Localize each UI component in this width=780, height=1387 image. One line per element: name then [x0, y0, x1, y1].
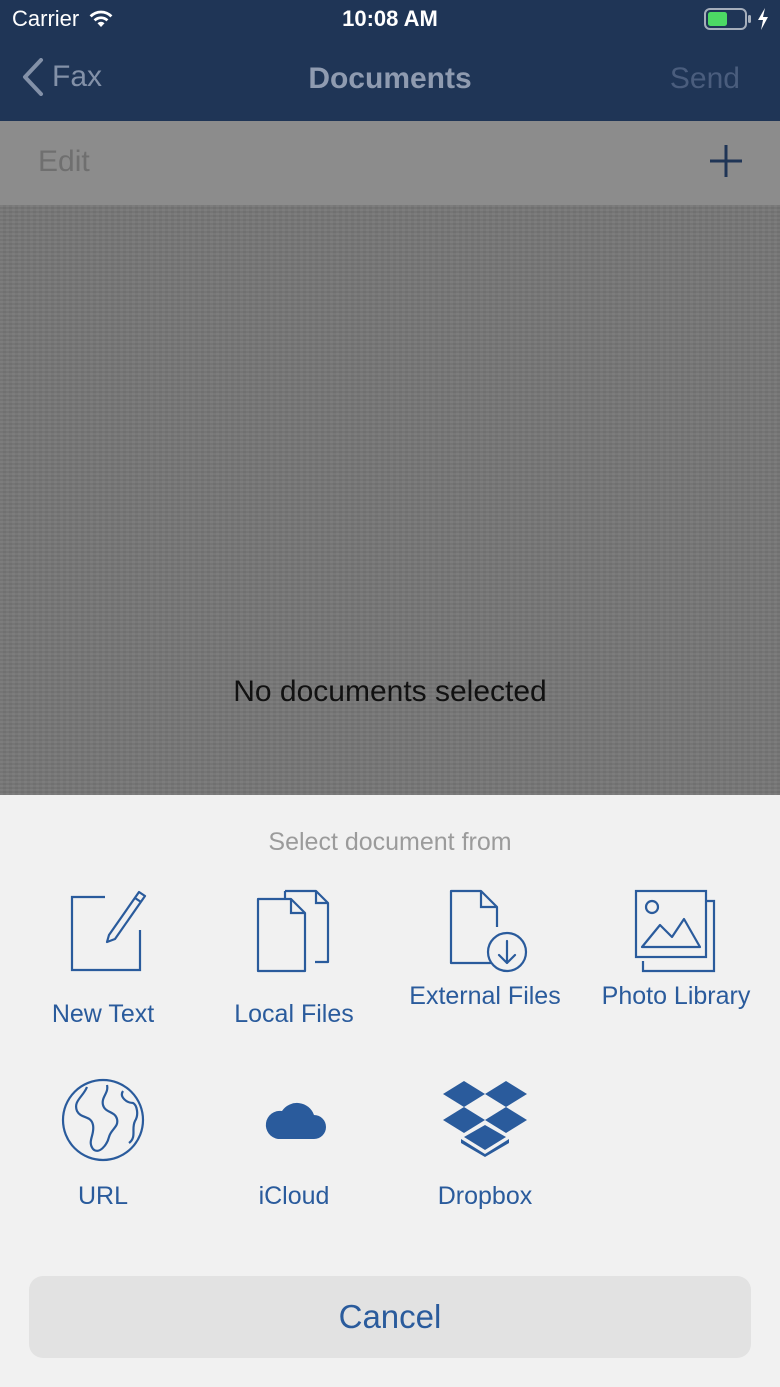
option-url[interactable]: URL [8, 1075, 198, 1212]
option-label: New Text [51, 1000, 155, 1028]
cloud-icon [265, 1102, 326, 1139]
navigation-bar: Fax Documents Send [0, 40, 780, 121]
send-button[interactable]: Send [670, 62, 740, 96]
cancel-button[interactable]: Cancel [29, 1276, 751, 1358]
option-new-text[interactable]: New Text [8, 887, 198, 1030]
documents-area: No documents selected [0, 205, 780, 795]
option-icloud[interactable]: iCloud [199, 1075, 389, 1212]
new-text-icon [70, 890, 147, 972]
bolt-icon [758, 8, 768, 30]
page-title: Documents [308, 62, 472, 95]
documents-toolbar: Edit [0, 121, 780, 205]
cancel-label: Cancel [338, 1298, 442, 1335]
option-label: Dropbox [437, 1182, 533, 1210]
option-label: External Files [409, 982, 561, 1010]
external-files-icon [449, 889, 528, 973]
option-label: iCloud [258, 1182, 330, 1210]
status-bar: Carrier 10:08 AM [0, 0, 780, 40]
edit-button[interactable]: Edit [38, 145, 90, 179]
photo-library-icon [634, 889, 716, 973]
battery-icon [704, 8, 751, 30]
option-label: URL [77, 1182, 128, 1210]
status-time: 10:08 AM [342, 6, 438, 31]
document-source-sheet: Select document from New Text Local File… [0, 795, 780, 1387]
dropbox-icon [443, 1081, 527, 1157]
local-files-icon [256, 889, 330, 973]
empty-message: No documents selected [233, 675, 547, 708]
battery-indicator [704, 7, 770, 31]
header-bar: Carrier 10:08 AM Fax Documents Send [0, 0, 780, 121]
option-label: Local Files [234, 1000, 354, 1028]
option-label: Photo Library [601, 982, 751, 1010]
globe-icon [61, 1078, 145, 1162]
option-photo-library[interactable]: Photo Library [581, 887, 771, 1012]
option-local-files[interactable]: Local Files [199, 887, 389, 1030]
plus-icon[interactable] [708, 143, 744, 179]
option-dropbox[interactable]: Dropbox [390, 1075, 580, 1212]
option-external-files[interactable]: External Files [390, 887, 580, 1012]
sheet-title: Select document from [268, 828, 512, 856]
